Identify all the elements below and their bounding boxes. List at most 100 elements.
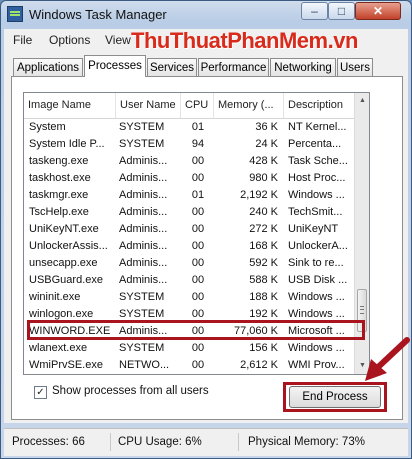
table-row[interactable]: System Idle P... SYSTEM 94 24 K Percenta... [24,136,354,153]
maximize-button[interactable]: □ [328,2,355,20]
cell-cpu: 00 [191,240,205,252]
cell-memory: 156 K [249,342,278,354]
cell-cpu: 00 [191,274,205,286]
cell-user-name: Adminis... [119,274,168,286]
cell-memory: 24 K [255,138,278,150]
cell-user-name: Adminis... [119,257,168,269]
table-row[interactable]: unsecapp.exe Adminis... 00 592 K Sink to re.… [24,255,354,272]
cell-image-name: TscHelp.exe [29,206,89,218]
column-description[interactable]: Description [284,93,354,118]
cell-description: UnlockerA... [288,240,348,252]
status-bar: Processes: 66 CPU Usage: 6% Physical Mem… [4,428,408,456]
tab-performance[interactable]: Performance [198,58,269,76]
cell-description: NT Kernel... [288,121,347,133]
cell-cpu: 00 [191,257,205,269]
cell-user-name: NETWO... [119,359,170,371]
title-bar[interactable]: Windows Task Manager – □ ✕ [1,1,411,28]
cell-user-name: Adminis... [119,206,168,218]
cell-image-name: unsecapp.exe [29,257,98,269]
close-icon: ✕ [372,4,384,18]
cell-description: USB Disk ... [288,274,348,286]
maximize-icon: □ [337,4,346,18]
cell-cpu: 00 [191,359,205,371]
cell-user-name: Adminis... [119,172,168,184]
table-row[interactable]: UnlockerAssis... Adminis... 00 168 K Unlocke… [24,238,354,255]
annotation-arrow-icon [365,337,410,381]
table-row[interactable]: WmiPrvSE.exe NETWO... 00 2,612 K WMI Prov... [24,357,354,374]
tab-applications[interactable]: Applications [13,58,83,76]
cell-cpu: 00 [191,172,205,184]
status-cpu-usage: CPU Usage: 6% [114,433,239,451]
cell-image-name: taskhost.exe [29,172,91,184]
cell-cpu: 01 [191,189,205,201]
cell-user-name: Adminis... [119,155,168,167]
column-user-name[interactable]: User Name [116,93,181,118]
table-row[interactable]: taskeng.exe Adminis... 00 428 K Task Sche... [24,153,354,170]
minimize-icon: – [311,4,318,18]
show-all-processes-label[interactable]: Show processes from all users [52,385,209,397]
cell-memory: 188 K [249,291,278,303]
close-button[interactable]: ✕ [355,2,401,20]
table-row[interactable]: wininit.exe SYSTEM 00 188 K Windows ... [24,289,354,306]
cell-description: Windows ... [288,189,345,201]
cell-memory: 980 K [249,172,278,184]
menu-view[interactable]: View [105,33,131,47]
column-cpu[interactable]: CPU [181,93,214,118]
column-memory[interactable]: Memory (... [214,93,284,118]
cell-memory: 428 K [249,155,278,167]
table-row[interactable]: UniKeyNT.exe Adminis... 00 272 K UniKeyNT [24,221,354,238]
table-row[interactable]: USBGuard.exe Adminis... 00 588 K USB Disk ..… [24,272,354,289]
scroll-up-icon[interactable]: ▲ [355,93,369,109]
highlight-box-end-process [283,382,387,412]
cell-image-name: USBGuard.exe [29,274,103,286]
cell-description: Task Sche... [288,155,348,167]
cell-description: Windows ... [288,342,345,354]
grip-icon [360,306,364,314]
cell-user-name: SYSTEM [119,138,165,150]
cell-description: UniKeyNT [288,223,339,235]
cell-cpu: 00 [191,206,205,218]
minimize-button[interactable]: – [301,2,328,20]
tab-processes[interactable]: Processes [84,55,146,77]
process-list-header: Image Name User Name CPU Memory (... Des… [24,93,354,119]
cell-user-name: Adminis... [119,240,168,252]
cell-user-name: Adminis... [119,223,168,235]
table-row[interactable]: taskhost.exe Adminis... 00 980 K Host Proc..… [24,170,354,187]
table-row[interactable]: wlanext.exe SYSTEM 00 156 K Windows ... [24,340,354,357]
cell-user-name: SYSTEM [119,342,165,354]
cell-image-name: taskeng.exe [29,155,89,167]
tab-users[interactable]: Users [337,58,373,76]
table-row[interactable]: System SYSTEM 01 36 K NT Kernel... [24,119,354,136]
cell-cpu: 00 [191,155,205,167]
cell-cpu: 00 [191,291,205,303]
window-title: Windows Task Manager [29,7,167,22]
cell-memory: 272 K [249,223,278,235]
cell-cpu: 00 [191,223,205,235]
table-row[interactable]: taskmgr.exe Adminis... 01 2,192 K Windows ..… [24,187,354,204]
cell-image-name: wininit.exe [29,291,81,303]
cell-image-name: WmiPrvSE.exe [29,359,103,371]
cell-description: Host Proc... [288,172,346,184]
column-image-name[interactable]: Image Name [24,93,116,118]
show-all-processes-checkbox[interactable]: ✓ [34,386,47,399]
task-manager-window: Windows Task Manager – □ ✕ File Options … [0,0,412,459]
cell-image-name: UniKeyNT.exe [29,223,99,235]
watermark-text: ThuThuatPhanMem.vn [131,28,358,53]
cell-user-name: SYSTEM [119,291,165,303]
cell-memory: 592 K [249,257,278,269]
status-physical-memory: Physical Memory: 73% [248,436,365,448]
highlight-box-winword [27,320,365,340]
menu-file[interactable]: File [13,33,32,47]
tab-networking[interactable]: Networking [270,58,336,76]
cell-memory: 168 K [249,240,278,252]
cell-description: Percenta... [288,138,342,150]
cell-image-name: UnlockerAssis... [29,240,108,252]
cell-image-name: System [29,121,66,133]
cell-image-name: taskmgr.exe [29,189,89,201]
menu-options[interactable]: Options [49,33,90,47]
tab-services[interactable]: Services [147,58,197,76]
cell-cpu: 94 [191,138,205,150]
cell-memory: 36 K [255,121,278,133]
cell-description: Sink to re... [288,257,344,269]
table-row[interactable]: TscHelp.exe Adminis... 00 240 K TechSmit... [24,204,354,221]
